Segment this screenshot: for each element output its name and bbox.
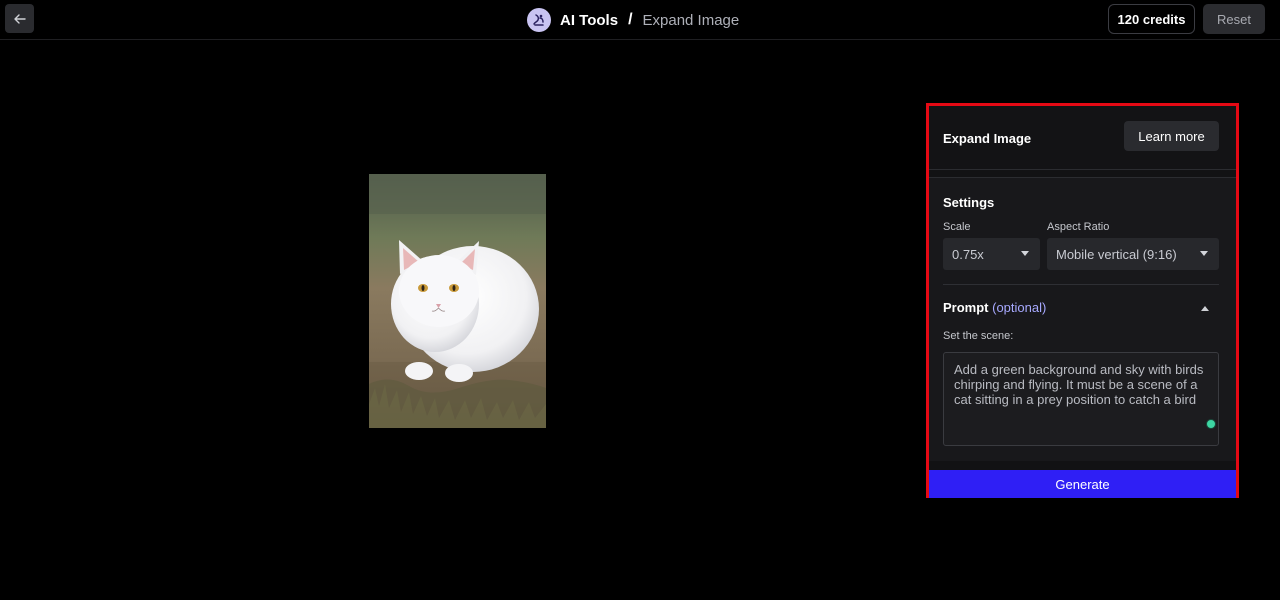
ai-tools-logo-icon [527, 8, 551, 32]
settings-section: Settings Scale 0.75x Aspect Ratio Mobile… [929, 177, 1236, 461]
top-bar: AI Tools / Expand Image 120 credits Rese… [0, 0, 1280, 40]
aspect-ratio-value: Mobile vertical (9:16) [1056, 246, 1177, 262]
credits-badge[interactable]: 120 credits [1108, 4, 1195, 34]
prompt-text: Add a green background and sky with bird… [954, 362, 1204, 407]
aspect-ratio-select[interactable]: Mobile vertical (9:16) [1047, 238, 1219, 270]
divider [943, 284, 1219, 285]
chevron-down-icon [1200, 251, 1208, 256]
chevron-up-icon[interactable] [1201, 306, 1209, 311]
page-title: Expand Image [642, 11, 740, 29]
aspect-ratio-label: Aspect Ratio [1047, 221, 1110, 233]
learn-more-button[interactable]: Learn more [1124, 121, 1219, 151]
breadcrumb: AI Tools / Expand Image [527, 8, 739, 32]
generate-button[interactable]: Generate [929, 470, 1236, 498]
panel-title: Expand Image [943, 131, 1032, 146]
scale-label: Scale [943, 221, 971, 233]
app-title[interactable]: AI Tools [560, 12, 618, 29]
breadcrumb-separator: / [628, 11, 633, 28]
settings-title: Settings [943, 195, 995, 210]
expand-image-panel: Expand Image Learn more Settings Scale 0… [926, 103, 1239, 498]
white-cat-photo [369, 174, 546, 428]
prompt-title: Prompt [943, 300, 989, 315]
panel-header: Expand Image Learn more [929, 106, 1236, 170]
chevron-down-icon [1021, 251, 1029, 256]
scene-label: Set the scene: [943, 330, 1014, 342]
prompt-header[interactable]: Prompt (optional) [943, 300, 1046, 315]
scale-select[interactable]: 0.75x [943, 238, 1040, 270]
reset-button[interactable]: Reset [1203, 4, 1265, 34]
prompt-textarea[interactable]: Add a green background and sky with bird… [943, 352, 1219, 446]
arrow-left-icon [13, 13, 26, 24]
back-button[interactable] [5, 4, 34, 33]
prompt-optional-label: (optional) [992, 300, 1047, 315]
status-dot-icon [1206, 419, 1216, 429]
scale-value: 0.75x [952, 246, 984, 262]
